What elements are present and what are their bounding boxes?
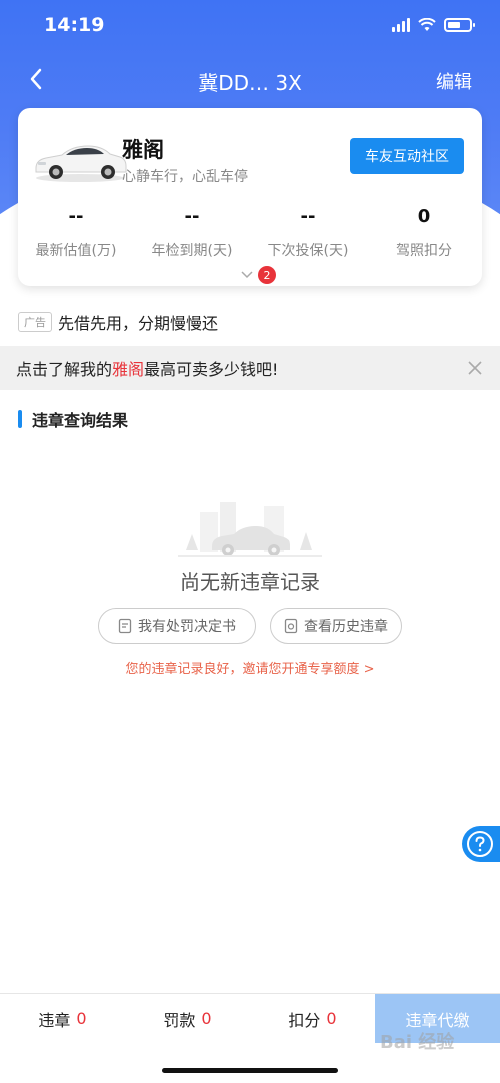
- promo-suffix: 最高可卖多少钱吧!: [144, 360, 279, 379]
- stat-insurance[interactable]: -- 下次投保(天): [250, 206, 366, 260]
- page-title: 冀DD… 3X: [198, 71, 302, 95]
- ad-tag: 广告: [18, 312, 52, 332]
- expand-toggle[interactable]: 2: [240, 266, 276, 284]
- close-icon[interactable]: [464, 357, 486, 379]
- question-icon: [467, 831, 493, 857]
- status-time: 14:19: [44, 14, 105, 36]
- status-bar: 14:19: [0, 0, 500, 54]
- nav-bar: 冀DD… 3X 编辑: [0, 60, 500, 100]
- violations-summary[interactable]: 违章 0: [0, 994, 125, 1043]
- wifi-icon: [418, 18, 436, 31]
- car-slogan: 心静车行，心乱车停: [122, 169, 248, 185]
- stat-value: --: [300, 206, 316, 227]
- penalty-notice-button[interactable]: 我有处罚决定书: [98, 608, 256, 644]
- empty-state-text: 尚无新违章记录: [180, 570, 320, 594]
- watermark: Bai 经验: [380, 1032, 455, 1053]
- fines-summary[interactable]: 罚款 0: [125, 994, 250, 1043]
- ad-banner[interactable]: 广告 先借先用，分期慢慢还: [18, 310, 218, 334]
- stat-license-points[interactable]: 0 驾照扣分: [366, 206, 482, 260]
- promo-prefix: 点击了解我的: [16, 360, 113, 379]
- section-title-text: 违章查询结果: [32, 411, 129, 430]
- signal-icon: [392, 18, 410, 32]
- stat-label: 下次投保(天): [267, 243, 349, 259]
- car-info-card: 雅阁 心静车行，心乱车停 车友互动社区 -- 最新估值(万) -- 年检到期(天…: [18, 108, 482, 286]
- violations-label: 违章: [38, 1010, 71, 1030]
- stat-label: 驾照扣分: [396, 243, 452, 259]
- community-button[interactable]: 车友互动社区: [350, 138, 464, 174]
- penalty-notice-label: 我有处罚决定书: [138, 619, 236, 635]
- section-title: 违章查询结果: [18, 408, 128, 430]
- document-icon: [118, 618, 132, 634]
- car-name: 雅阁: [122, 138, 164, 162]
- section-accent-bar: [18, 410, 22, 428]
- promo-highlight: 雅阁: [112, 360, 145, 379]
- stat-label: 年检到期(天): [151, 243, 233, 259]
- chevron-down-icon: [241, 271, 253, 279]
- notification-badge: 2: [258, 266, 276, 284]
- battery-icon: [444, 18, 475, 32]
- violation-history-label: 查看历史违章: [304, 619, 388, 635]
- home-indicator: [162, 1068, 338, 1073]
- empty-car-illustration: [178, 502, 322, 557]
- edit-button[interactable]: 编辑: [436, 68, 472, 94]
- points-count: 0: [326, 1009, 337, 1028]
- invite-link[interactable]: 您的违章记录良好，邀请您开通专享额度 >: [0, 658, 500, 677]
- car-image: [35, 145, 127, 182]
- stat-value: --: [68, 206, 84, 227]
- car-stats: -- 最新估值(万) -- 年检到期(天) -- 下次投保(天) 0 驾照扣分: [18, 206, 482, 260]
- stat-label: 最新估值(万): [35, 243, 117, 259]
- promo-banner[interactable]: 点击了解我的 雅阁 最高可卖多少钱吧!: [0, 346, 500, 390]
- points-label: 扣分: [288, 1010, 321, 1030]
- points-summary[interactable]: 扣分 0: [250, 994, 375, 1043]
- stat-value: 0: [417, 206, 431, 227]
- status-icons: [392, 18, 475, 32]
- violation-history-button[interactable]: 查看历史违章: [270, 608, 402, 644]
- fines-count: 0: [201, 1009, 212, 1028]
- stat-value: --: [184, 206, 200, 227]
- stat-inspection[interactable]: -- 年检到期(天): [134, 206, 250, 260]
- history-icon: [284, 618, 298, 634]
- fines-label: 罚款: [163, 1010, 196, 1030]
- stat-valuation[interactable]: -- 最新估值(万): [18, 206, 134, 260]
- violations-count: 0: [76, 1009, 87, 1028]
- ad-text: 先借先用，分期慢慢还: [58, 314, 219, 333]
- help-button[interactable]: [462, 826, 500, 862]
